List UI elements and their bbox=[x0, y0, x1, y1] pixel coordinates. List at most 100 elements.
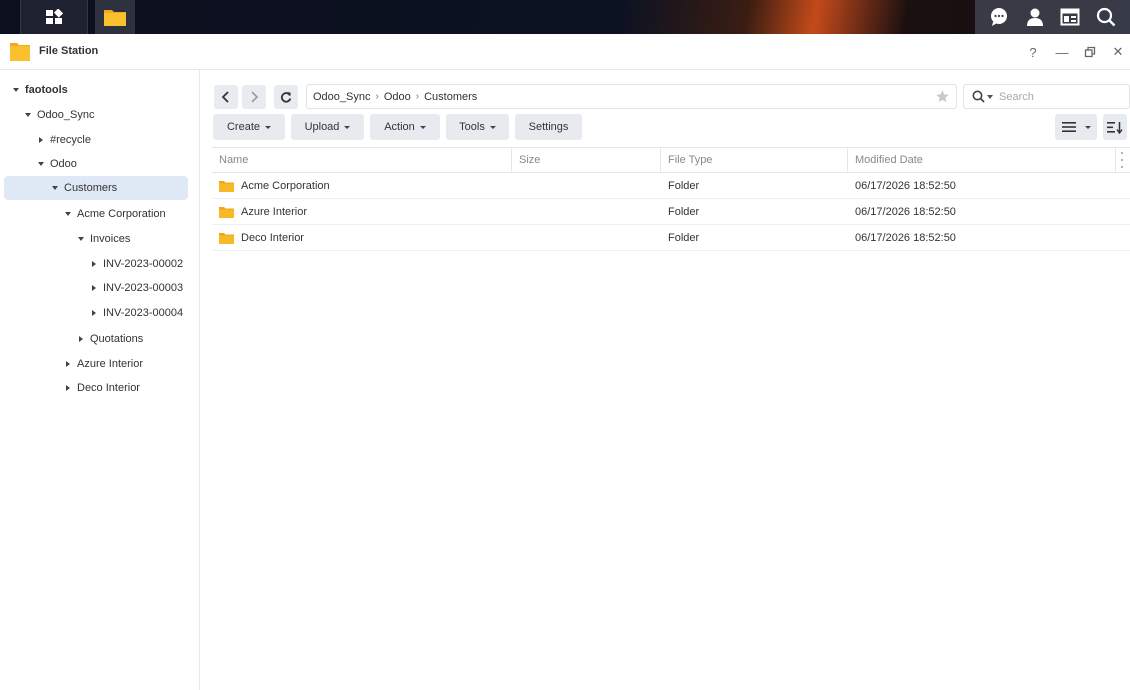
tree-item-label: INV-2023-00002 bbox=[103, 258, 184, 270]
path-bar[interactable]: Odoo_Sync › Odoo › Customers bbox=[306, 84, 957, 109]
tree-item-label: Odoo_Sync bbox=[37, 109, 95, 121]
collapse-icon[interactable] bbox=[79, 336, 83, 342]
window-title: File Station bbox=[39, 45, 99, 57]
tree-item-quotations[interactable]: Quotations bbox=[4, 327, 188, 351]
column-file-type[interactable]: File Type bbox=[661, 148, 712, 172]
upload-button-label: Upload bbox=[304, 121, 340, 133]
sort-button[interactable] bbox=[1103, 114, 1127, 140]
breadcrumb-customers[interactable]: Customers bbox=[424, 91, 477, 103]
create-button[interactable]: Create bbox=[213, 114, 285, 140]
file-type: Folder bbox=[668, 231, 700, 244]
dropdown-icon bbox=[1084, 125, 1091, 129]
close-button[interactable]: ✕ bbox=[1109, 43, 1127, 61]
dropdown-icon bbox=[344, 125, 351, 129]
search-options-icon[interactable] bbox=[987, 94, 993, 99]
table-row[interactable]: Acme Corporation Folder 06/17/2026 18:52… bbox=[212, 173, 1130, 199]
collapse-icon[interactable] bbox=[39, 137, 43, 143]
column-modified-date[interactable]: Modified Date bbox=[848, 148, 923, 172]
folder-icon bbox=[219, 206, 234, 218]
tree-item-label: faotools bbox=[25, 84, 68, 96]
tree-item-recycle[interactable]: #recycle bbox=[4, 128, 188, 152]
folder-icon bbox=[219, 232, 234, 244]
tree-item-azure-interior[interactable]: Azure Interior bbox=[4, 352, 188, 376]
file-name-cell: Deco Interior bbox=[219, 225, 304, 250]
table-row[interactable]: Deco Interior Folder 06/17/2026 18:52:50 bbox=[212, 225, 1130, 251]
column-name[interactable]: Name bbox=[212, 148, 248, 172]
tree-item-deco-interior[interactable]: Deco Interior bbox=[4, 376, 188, 400]
window-titlebar: File Station ? — ✕ bbox=[0, 34, 1130, 70]
minimize-button[interactable]: — bbox=[1053, 43, 1071, 61]
expand-icon[interactable] bbox=[38, 162, 44, 166]
file-station-icon bbox=[10, 43, 30, 61]
restore-button[interactable] bbox=[1081, 43, 1099, 61]
file-name: Acme Corporation bbox=[241, 179, 330, 192]
tree-item-faotools[interactable]: faotools bbox=[4, 78, 188, 102]
expand-icon[interactable] bbox=[65, 212, 71, 216]
action-button[interactable]: Action bbox=[370, 114, 440, 140]
collapse-icon[interactable] bbox=[92, 310, 96, 316]
tree-item-label: Invoices bbox=[90, 233, 131, 245]
column-divider[interactable] bbox=[1115, 148, 1116, 172]
tools-button-label: Tools bbox=[459, 121, 485, 133]
tree-item-acme-corporation[interactable]: Acme Corporation bbox=[4, 202, 188, 226]
star-icon[interactable] bbox=[935, 89, 950, 104]
tools-button[interactable]: Tools bbox=[446, 114, 509, 140]
search-icon[interactable] bbox=[1094, 5, 1118, 29]
dropdown-icon bbox=[419, 125, 426, 129]
breadcrumb-separator-icon: › bbox=[375, 91, 379, 102]
expand-icon[interactable] bbox=[52, 186, 58, 190]
collapse-icon[interactable] bbox=[66, 361, 70, 367]
folder-tree: faotools Odoo_Sync #recycle Odoo Custome… bbox=[0, 70, 200, 690]
upload-button[interactable]: Upload bbox=[291, 114, 364, 140]
breadcrumb-odoo-sync[interactable]: Odoo_Sync bbox=[313, 91, 370, 103]
expand-icon[interactable] bbox=[25, 113, 31, 117]
chevron-right-icon bbox=[251, 91, 259, 103]
expand-icon[interactable] bbox=[13, 88, 19, 92]
collapse-icon[interactable] bbox=[92, 261, 96, 267]
dropdown-icon bbox=[489, 125, 496, 129]
tree-item-inv-2023-00004[interactable]: INV-2023-00004 bbox=[4, 301, 188, 325]
main-menu-icon bbox=[46, 9, 63, 24]
main-menu-button[interactable] bbox=[20, 0, 88, 34]
tree-item-label: Deco Interior bbox=[77, 382, 140, 394]
collapse-icon[interactable] bbox=[66, 385, 70, 391]
taskbar-file-station[interactable] bbox=[95, 0, 135, 34]
file-modified: 06/17/2026 18:52:50 bbox=[855, 205, 956, 218]
collapse-icon[interactable] bbox=[92, 285, 96, 291]
table-row[interactable]: Azure Interior Folder 06/17/2026 18:52:5… bbox=[212, 199, 1130, 225]
sort-icon bbox=[1107, 121, 1123, 134]
column-menu-icon[interactable] bbox=[1120, 152, 1124, 168]
table-header: Name Size File Type Modified Date bbox=[212, 147, 1130, 173]
widgets-icon[interactable] bbox=[1058, 5, 1082, 29]
breadcrumb-separator-icon: › bbox=[415, 91, 420, 102]
tree-item-label: Acme Corporation bbox=[77, 208, 166, 220]
back-button[interactable] bbox=[214, 85, 238, 109]
search-input[interactable]: Search bbox=[999, 91, 1034, 103]
tree-item-label: Quotations bbox=[90, 333, 144, 345]
help-button[interactable]: ? bbox=[1024, 43, 1042, 61]
tree-item-customers[interactable]: Customers bbox=[4, 176, 188, 200]
restore-icon bbox=[1084, 46, 1096, 58]
expand-icon[interactable] bbox=[78, 237, 84, 241]
column-size[interactable]: Size bbox=[512, 148, 540, 172]
tree-item-invoices[interactable]: Invoices bbox=[4, 227, 188, 251]
file-list-panel: Odoo_Sync › Odoo › Customers Search Crea… bbox=[200, 70, 1130, 690]
tree-item-inv-2023-00002[interactable]: INV-2023-00002 bbox=[4, 252, 188, 276]
tree-item-odoo[interactable]: Odoo bbox=[4, 152, 188, 176]
tree-item-label: INV-2023-00003 bbox=[103, 282, 184, 294]
view-mode-button[interactable] bbox=[1055, 114, 1097, 140]
tree-item-inv-2023-00003[interactable]: INV-2023-00003 bbox=[4, 276, 188, 300]
breadcrumb-odoo[interactable]: Odoo bbox=[384, 91, 411, 103]
tree-item-label: Odoo bbox=[50, 158, 77, 170]
user-icon[interactable] bbox=[1023, 5, 1047, 29]
tree-item-odoo-sync[interactable]: Odoo_Sync bbox=[4, 103, 188, 127]
file-name-cell: Azure Interior bbox=[219, 199, 307, 224]
search-field[interactable]: Search bbox=[963, 84, 1130, 109]
chat-icon[interactable] bbox=[987, 5, 1011, 29]
file-modified: 06/17/2026 18:52:50 bbox=[855, 179, 956, 192]
refresh-button[interactable] bbox=[274, 85, 298, 109]
settings-button[interactable]: Settings bbox=[515, 114, 582, 140]
create-button-label: Create bbox=[226, 121, 261, 133]
forward-button[interactable] bbox=[242, 85, 266, 109]
action-button-label: Action bbox=[384, 121, 415, 133]
